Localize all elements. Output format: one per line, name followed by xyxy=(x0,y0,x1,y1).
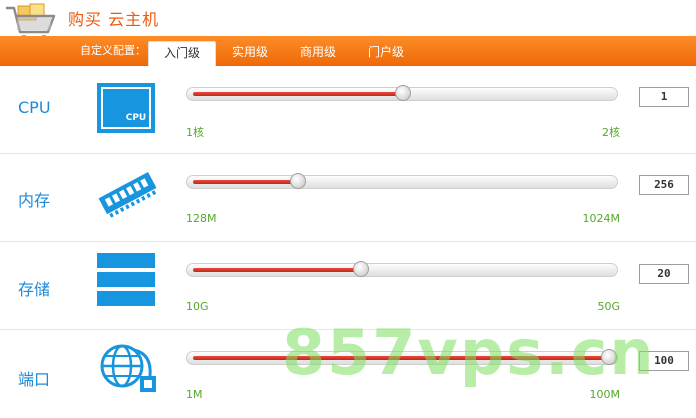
config-prefix-label: 自定义配置： xyxy=(80,44,146,57)
memory-slider-fill xyxy=(193,180,298,184)
storage-range-max: 50G xyxy=(597,300,620,313)
storage-label: 存储 xyxy=(18,280,51,299)
port-label: 端口 xyxy=(18,370,51,389)
storage-value-input[interactable]: 20 xyxy=(639,264,689,284)
cpu-slider-track[interactable] xyxy=(186,85,618,101)
cpu-icon: CPU xyxy=(97,83,155,133)
cpu-range-max: 2核 xyxy=(602,126,620,139)
cpu-icon-text: CPU xyxy=(126,113,147,123)
tab-business[interactable]: 商用级 xyxy=(290,41,346,65)
network-icon xyxy=(100,344,156,392)
watermark-text: 857vps.cn xyxy=(282,316,656,389)
cpu-range-min: 1核 xyxy=(186,126,204,139)
memory-range-min: 128M xyxy=(186,212,217,225)
page-title: 购买 云主机 xyxy=(68,10,160,29)
storage-slider-track[interactable] xyxy=(186,261,618,277)
storage-slider-fill xyxy=(193,268,361,272)
port-range-max: 100M xyxy=(589,388,621,401)
cpu-slider-thumb[interactable] xyxy=(395,85,411,101)
tab-entry[interactable]: 入门级 xyxy=(148,41,216,66)
port-range-min: 1M xyxy=(186,388,203,401)
storage-icon xyxy=(97,253,155,306)
header: 购买 云主机 xyxy=(0,0,696,43)
storage-range-min: 10G xyxy=(186,300,209,313)
tab-portal[interactable]: 门户级 xyxy=(358,41,414,65)
cpu-slider-fill xyxy=(193,92,403,96)
config-tabbar: 自定义配置： 入门级 实用级 商用级 门户级 xyxy=(0,36,696,66)
memory-label: 内存 xyxy=(18,191,51,210)
cpu-value-input[interactable]: 1 xyxy=(639,87,689,107)
memory-slider-track[interactable] xyxy=(186,173,618,189)
memory-icon xyxy=(98,172,157,218)
memory-range-max: 1024M xyxy=(582,212,621,225)
memory-row: 内存 128M 1024M 256 xyxy=(0,154,696,242)
cpu-row: CPU CPU 1核 2核 1 xyxy=(0,66,696,154)
cpu-label: CPU xyxy=(18,98,51,117)
memory-slider-thumb[interactable] xyxy=(290,173,306,189)
tab-practical[interactable]: 实用级 xyxy=(222,41,278,65)
memory-value-input[interactable]: 256 xyxy=(639,175,689,195)
storage-slider-thumb[interactable] xyxy=(353,261,369,277)
